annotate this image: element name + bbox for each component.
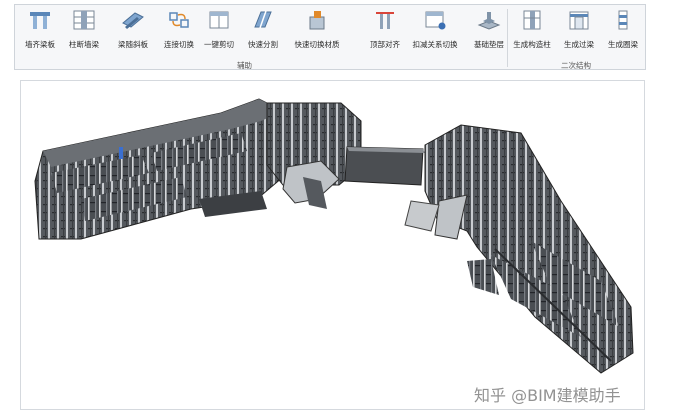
generate-ring-beam-label: 生成圈梁: [608, 40, 638, 49]
wall-align-beam-label: 墙齐梁板: [25, 40, 55, 49]
3d-viewport[interactable]: [20, 80, 645, 410]
deduction-switch-icon: [425, 11, 446, 30]
quick-material-switch-icon: [309, 11, 325, 30]
column-cut-wall-icon: [73, 10, 95, 30]
column-cut-wall-label: 柱断墙梁: [69, 40, 99, 49]
deduction-switch-label: 扣减关系切换: [412, 40, 458, 49]
column-cut-wall-button[interactable]: 柱断墙梁: [60, 9, 108, 49]
group-label-auxiliary: 辅助: [237, 61, 252, 70]
one-click-cut-label: 一键剪切: [204, 40, 234, 49]
beam-follow-slab-icon: [122, 12, 144, 29]
generate-column-label: 生成构造柱: [513, 40, 551, 49]
generate-lintel-button[interactable]: 生成过梁: [555, 9, 603, 49]
foundation-cushion-button[interactable]: 基础垫层: [465, 9, 513, 49]
generate-lintel-icon: [569, 11, 589, 30]
foundation-cushion-icon: [477, 12, 501, 30]
one-click-cut-button[interactable]: 一键剪切: [195, 9, 243, 49]
beam-follow-slab-label: 梁随斜板: [118, 40, 148, 49]
group-label-secondary-structure: 二次结构: [561, 61, 591, 70]
top-align-icon: [376, 12, 394, 29]
generate-ring-beam-button[interactable]: 生成圈梁: [599, 9, 647, 49]
ribbon-toolbar: 墙齐梁板 柱断墙梁 梁随斜板 连接切换 一键剪切 快速分割 快速切换材质 顶部对…: [14, 4, 646, 70]
connecting-bridge: [344, 146, 425, 186]
quick-material-switch-label: 快速切换材质: [294, 40, 340, 49]
connect-switch-icon: [169, 12, 189, 28]
generate-ring-beam-icon: [618, 10, 628, 30]
quick-split-icon: [254, 10, 272, 29]
quick-material-switch-button[interactable]: 快速切换材质: [293, 9, 341, 49]
beam-follow-slab-button[interactable]: 梁随斜板: [109, 9, 157, 49]
top-align-button[interactable]: 顶部对齐: [361, 9, 409, 49]
deduction-switch-button[interactable]: 扣减关系切换: [411, 9, 459, 49]
generate-column-button[interactable]: 生成构造柱: [508, 9, 556, 49]
right-wing: [404, 124, 634, 374]
wall-align-beam-icon: [30, 12, 50, 29]
building-model-render: [34, 98, 634, 374]
watermark-text: 知乎 @BIM建模助手: [474, 386, 621, 405]
generate-column-icon: [523, 10, 541, 30]
one-click-cut-icon: [209, 11, 229, 29]
foundation-cushion-label: 基础垫层: [474, 40, 504, 49]
quick-split-button[interactable]: 快速分割: [239, 9, 287, 49]
top-align-label: 顶部对齐: [370, 40, 400, 49]
left-wing: [34, 98, 284, 240]
quick-split-label: 快速分割: [248, 40, 278, 49]
wall-align-beam-button[interactable]: 墙齐梁板: [16, 9, 64, 49]
generate-lintel-label: 生成过梁: [564, 40, 594, 49]
